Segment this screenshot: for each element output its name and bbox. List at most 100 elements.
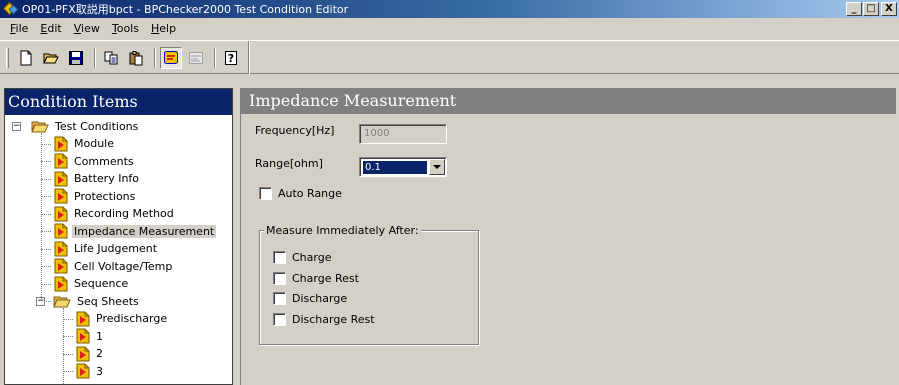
maximize-button[interactable]: □ — [863, 2, 879, 16]
measure-after-option[interactable]: Discharge — [273, 292, 347, 305]
tree-item[interactable]: Comments — [53, 152, 136, 170]
save-button[interactable] — [65, 47, 87, 69]
tree-item[interactable]: Recording Method — [53, 205, 176, 223]
discharge-checkbox[interactable] — [273, 292, 286, 305]
tree-item[interactable]: Life Judgement — [53, 240, 159, 258]
charge-checkbox[interactable] — [273, 251, 286, 264]
help-button[interactable]: ? — [220, 47, 242, 69]
condition-item-icon — [54, 153, 68, 169]
measure-after-option[interactable]: Charge Rest — [273, 272, 359, 285]
tree-item-label: 2 — [96, 347, 103, 360]
charge-rest-label: Charge Rest — [292, 272, 359, 285]
condition-item-icon — [54, 188, 68, 204]
auto-range-checkbox[interactable] — [259, 187, 272, 200]
tree-line — [41, 283, 51, 285]
frequency-field[interactable]: 1000 — [359, 124, 447, 144]
tree-line — [41, 196, 51, 197]
tree-line — [41, 161, 51, 162]
condition-item-icon — [54, 171, 68, 186]
paste-button[interactable] — [125, 47, 147, 69]
condition-item-icon — [54, 136, 68, 151]
tree-item-label: Test Conditions — [55, 119, 139, 133]
alt-view-button[interactable] — [185, 47, 207, 69]
condition-items-button[interactable] — [160, 47, 182, 69]
discharge-rest-label: Discharge Rest — [292, 313, 375, 326]
tree-item-label: Module — [74, 137, 114, 150]
tree-item-label: 1 — [96, 329, 103, 343]
condition-item-icon — [76, 328, 90, 344]
menu-file-label: ile — [15, 22, 29, 35]
copy-button[interactable] — [100, 47, 122, 69]
impedance-panel: Impedance Measurement Frequency[Hz] 1000… — [240, 88, 896, 385]
tree-item[interactable]: Sequence — [53, 275, 130, 293]
impedance-title: Impedance Measurement — [241, 88, 896, 114]
measure-after-group — [259, 230, 479, 345]
tree-line — [63, 308, 64, 384]
tree-item[interactable]: Battery Info — [53, 170, 141, 188]
new-file-button[interactable] — [15, 47, 37, 69]
tree-item-seq[interactable]: 1 — [75, 327, 105, 345]
range-dropdown-button[interactable] — [429, 159, 445, 175]
menu-tools-label: ools — [116, 22, 139, 35]
minimize-button[interactable]: _ — [846, 2, 862, 16]
menu-view-label: iew — [81, 22, 100, 35]
copy-icon — [104, 51, 118, 65]
close-button[interactable]: X — [881, 2, 897, 16]
tree-item-label: Recording Method — [74, 207, 174, 220]
menu-view-accel: V — [73, 22, 82, 35]
folder-open-icon — [53, 296, 71, 308]
menu-file[interactable]: File — [4, 22, 34, 35]
tree-item-seq[interactable]: 2 — [75, 345, 105, 363]
tree-item-seq[interactable]: Predischarge — [75, 310, 169, 328]
menu-help-accel: H — [150, 22, 160, 35]
tree-item-label: Battery Info — [74, 172, 140, 185]
tree-item-seq[interactable]: 3 — [75, 362, 105, 380]
tree-line — [41, 133, 42, 301]
tree-item[interactable]: Protections — [53, 187, 137, 205]
open-file-button[interactable] — [40, 47, 62, 69]
menu-edit[interactable]: Edit — [34, 22, 67, 35]
paste-icon — [129, 51, 143, 66]
collapse-toggle-icon[interactable]: − — [12, 122, 21, 131]
condition-item-icon — [76, 363, 90, 379]
frequency-label: Frequency[Hz] — [255, 124, 335, 137]
range-select[interactable]: 0.1 — [359, 157, 447, 177]
tree-line — [41, 178, 51, 180]
tree-line — [41, 248, 51, 250]
tree-line — [63, 318, 73, 320]
menu-view[interactable]: View — [68, 22, 106, 35]
tree-item-label: Comments — [74, 154, 134, 168]
tree-item[interactable]: Cell Voltage/Temp — [53, 257, 174, 275]
tree-item[interactable]: Impedance Measurement — [53, 222, 217, 240]
menu-bar: File Edit View Tools Help — [0, 19, 899, 38]
discharge-rest-checkbox[interactable] — [273, 313, 286, 326]
open-folder-icon — [43, 53, 59, 64]
condition-tree[interactable]: − Test Conditions Module Comments Battery In… — [5, 115, 232, 384]
condition-items-panel: Condition Items − Test Conditions Module Co… — [4, 88, 233, 385]
menu-edit-label: dit — [47, 22, 62, 35]
tree-item[interactable]: Module — [53, 135, 116, 153]
menu-tools[interactable]: Tools — [106, 22, 145, 35]
condition-item-icon — [76, 346, 90, 361]
toolbar-grip[interactable] — [6, 48, 9, 68]
condition-items-title: Condition Items — [5, 89, 232, 115]
condition-item-icon — [54, 206, 68, 221]
charge-rest-checkbox[interactable] — [273, 272, 286, 285]
charge-label: Charge — [292, 251, 332, 264]
tree-item-root[interactable]: Test Conditions — [31, 117, 140, 135]
tree-item-label: Sequence — [74, 277, 129, 290]
tree-item-label: 3 — [96, 364, 103, 378]
range-value: 0.1 — [363, 161, 427, 174]
toolbar-separator — [214, 48, 216, 68]
toolbar: ? — [0, 40, 899, 74]
auto-range-option[interactable]: Auto Range — [259, 187, 342, 200]
condition-item-icon — [54, 258, 68, 274]
toolbar-divider — [248, 41, 250, 74]
tree-item-label: Seq Sheets — [77, 294, 139, 308]
menu-help[interactable]: Help — [145, 22, 182, 35]
tree-line — [63, 371, 73, 372]
measure-after-option[interactable]: Charge — [273, 251, 331, 264]
app-icon — [3, 2, 19, 16]
tree-item-seq-sheets[interactable]: Seq Sheets — [53, 292, 141, 310]
measure-after-option[interactable]: Discharge Rest — [273, 313, 375, 326]
